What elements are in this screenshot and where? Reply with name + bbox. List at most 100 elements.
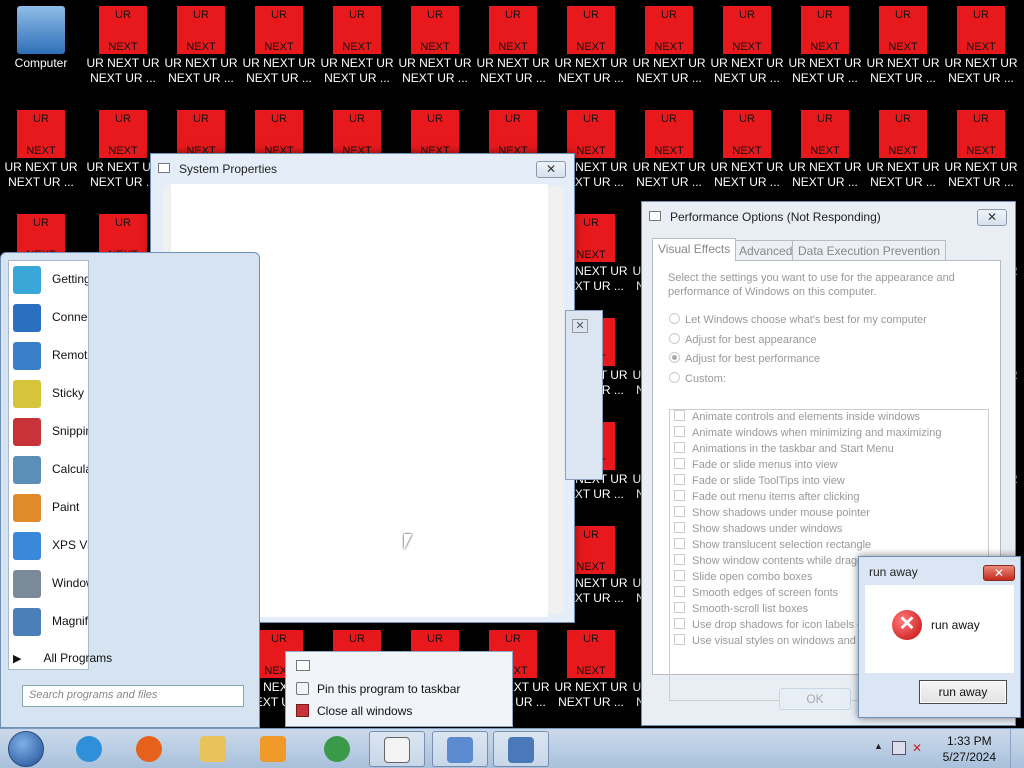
ur-next-icon: URNEXT <box>177 110 225 158</box>
checkbox <box>674 490 685 501</box>
close-button[interactable]: ✕ <box>536 161 566 178</box>
ur-next-desktop-icon[interactable]: URNEXTUR NEXT URNEXT UR ... <box>240 0 318 100</box>
start-menu-item[interactable]: Windows Fax and Scan <box>9 565 88 603</box>
close-button[interactable]: ✕ <box>983 565 1015 581</box>
ok-button[interactable]: OK <box>779 688 851 710</box>
ur-next-icon: URNEXT <box>879 6 927 54</box>
effect-checkbox[interactable]: Animations in the taskbar and Start Menu <box>670 442 988 458</box>
taskbar-firefox[interactable] <box>122 731 178 767</box>
desktop-icon-label: UR NEXT URNEXT UR ... <box>710 160 784 189</box>
clock[interactable]: 1:33 PM 5/27/2024 <box>943 733 996 765</box>
start-menu-item[interactable]: Magnifier <box>9 603 88 641</box>
window-icon <box>649 211 661 221</box>
triangle-right-icon: ▶ <box>13 653 22 665</box>
close-all-windows-item[interactable]: Close all windows <box>296 704 412 718</box>
firefox-icon <box>136 736 162 762</box>
effect-checkbox[interactable]: Show translucent selection rectangle <box>670 538 988 554</box>
tab-visual-effects[interactable]: Visual Effects <box>652 238 737 261</box>
ur-next-desktop-icon[interactable]: URNEXTUR NEXT URNEXT UR ... <box>2 104 80 204</box>
checkbox <box>674 570 685 581</box>
radio-best-performance[interactable]: Adjust for best performance <box>669 352 820 365</box>
ur-next-desktop-icon[interactable]: URNEXTUR NEXT URNEXT UR ... <box>162 0 240 100</box>
ur-next-icon: URNEXT <box>489 110 537 158</box>
effect-checkbox[interactable]: Fade out menu items after clicking <box>670 490 988 506</box>
dialog-message: run away <box>931 618 980 632</box>
ur-next-desktop-icon[interactable]: URNEXTUR NEXT URNEXT UR ... <box>552 0 630 100</box>
ur-next-desktop-icon[interactable]: URNEXTUR NEXT URNEXT UR ... <box>474 0 552 100</box>
ur-next-desktop-icon[interactable]: URNEXTUR NEXT URNEXT UR ... <box>786 104 864 204</box>
show-desktop-button[interactable] <box>1010 729 1024 768</box>
menu-item-label: Close all windows <box>317 704 413 718</box>
run-away-titlebar[interactable]: run away ✕ <box>859 557 1020 585</box>
ur-next-desktop-icon[interactable]: URNEXTUR NEXT URNEXT UR ... <box>552 624 630 724</box>
start-menu-item[interactable]: Snipping Tool <box>9 413 88 451</box>
ur-next-desktop-icon[interactable]: URNEXTUR NEXT URNEXT UR ... <box>396 0 474 100</box>
close-button[interactable]: ✕ <box>977 209 1007 226</box>
effect-checkbox[interactable]: Show shadows under windows <box>670 522 988 538</box>
checkbox-label: Animations in the taskbar and Start Menu <box>692 443 894 455</box>
ur-next-desktop-icon[interactable]: URNEXTUR NEXT URNEXT UR ... <box>630 0 708 100</box>
ur-next-desktop-icon[interactable]: URNEXTUR NEXT URNEXT UR ... <box>786 0 864 100</box>
taskbar-explorer[interactable] <box>186 731 242 767</box>
volume-muted-icon[interactable]: ✕ <box>912 741 926 755</box>
start-menu-item[interactable]: XPS Viewer <box>9 527 88 565</box>
tab-data-execution-prevention[interactable]: Data Execution Prevention <box>792 240 947 260</box>
desktop-icon-label: Computer <box>14 56 68 70</box>
search-input[interactable]: Search programs and files <box>22 685 244 707</box>
system-properties-titlebar[interactable]: System Properties ✕ <box>151 154 574 182</box>
ur-next-desktop-icon[interactable]: URNEXTUR NEXT URNEXT UR ... <box>708 104 786 204</box>
computer-desktop-icon[interactable]: Computer <box>2 0 80 100</box>
radio-custom[interactable]: Custom: <box>669 372 726 385</box>
ur-next-desktop-icon[interactable]: URNEXTUR NEXT URNEXT UR ... <box>864 104 942 204</box>
tab-advanced[interactable]: Advanced <box>733 240 799 260</box>
radio-label: Let Windows choose what's best for my co… <box>685 314 927 326</box>
folder-icon <box>200 736 226 762</box>
media-center-icon <box>324 736 350 762</box>
effect-checkbox[interactable]: Animate windows when minimizing and maxi… <box>670 426 988 442</box>
run-away-button[interactable]: run away <box>919 680 1007 704</box>
desktop-icon-label: UR NEXT URNEXT UR ... <box>866 160 940 189</box>
close-icon[interactable]: ✕ <box>572 319 588 333</box>
menu-item-label: Pin this program to taskbar <box>317 682 461 696</box>
effect-checkbox[interactable]: Fade or slide menus into view <box>670 458 988 474</box>
taskbar-performance-options[interactable] <box>493 731 549 767</box>
effect-checkbox[interactable]: Show shadows under mouse pointer <box>670 506 988 522</box>
ur-next-desktop-icon[interactable]: URNEXTUR NEXT URNEXT UR ... <box>864 0 942 100</box>
ur-next-desktop-icon[interactable]: URNEXTUR NEXT URNEXT UR ... <box>942 104 1020 204</box>
radio-let-windows-choose[interactable]: Let Windows choose what's best for my co… <box>669 313 927 326</box>
all-programs[interactable]: ▶ All Programs <box>13 651 112 665</box>
run-away-dialog[interactable]: run away ✕ ✕ run away run away <box>858 556 1021 718</box>
performance-options-titlebar[interactable]: Performance Options (Not Responding) ✕ <box>642 202 1015 230</box>
effect-checkbox[interactable]: Fade or slide ToolTips into view <box>670 474 988 490</box>
start-menu-item[interactable]: Connect to a Projector <box>9 299 88 337</box>
performance-options-title: Performance Options (Not Responding) <box>670 210 881 224</box>
effect-checkbox[interactable]: Animate controls and elements inside win… <box>670 410 988 426</box>
taskbar-internet-explorer[interactable] <box>62 731 118 767</box>
checkbox <box>674 506 685 517</box>
taskbar-system-properties[interactable] <box>432 731 488 767</box>
program-label: XPS Viewer <box>52 538 88 552</box>
start-menu-item[interactable]: Paint <box>9 489 88 527</box>
checkbox <box>674 634 685 645</box>
taskbar-media-center[interactable] <box>310 731 366 767</box>
desktop-icon-label: UR NEXT URNEXT UR ... <box>866 56 940 85</box>
ur-next-desktop-icon[interactable]: URNEXTUR NEXT URNEXT UR ... <box>318 0 396 100</box>
ur-next-desktop-icon[interactable]: URNEXTUR NEXT URNEXT UR ... <box>942 0 1020 100</box>
pin-to-taskbar-item[interactable]: Pin this program to taskbar <box>296 682 460 696</box>
ur-next-desktop-icon[interactable]: URNEXTUR NEXT URNEXT UR ... <box>84 0 162 100</box>
ur-next-desktop-icon[interactable]: URNEXTUR NEXT URNEXT UR ... <box>708 0 786 100</box>
all-programs-label: All Programs <box>43 651 113 665</box>
show-hidden-icons[interactable]: ▲ <box>874 741 883 751</box>
start-menu-item[interactable]: Remote Desktop Connection <box>9 337 88 375</box>
radio-best-appearance[interactable]: Adjust for best appearance <box>669 333 816 346</box>
start-menu-item[interactable]: Getting Started <box>9 261 88 299</box>
taskbar-command-window[interactable] <box>369 731 425 767</box>
start-button[interactable] <box>8 731 44 767</box>
taskbar-media-player[interactable] <box>246 731 302 767</box>
desktop-icon-label: UR NEXT URNEXT UR ... <box>632 56 706 85</box>
checkbox <box>674 442 685 453</box>
network-icon[interactable] <box>892 741 906 755</box>
ur-next-desktop-icon[interactable]: URNEXTUR NEXT URNEXT UR ... <box>630 104 708 204</box>
start-menu-item[interactable]: Sticky Notes <box>9 375 88 413</box>
start-menu-item[interactable]: Calculator <box>9 451 88 489</box>
